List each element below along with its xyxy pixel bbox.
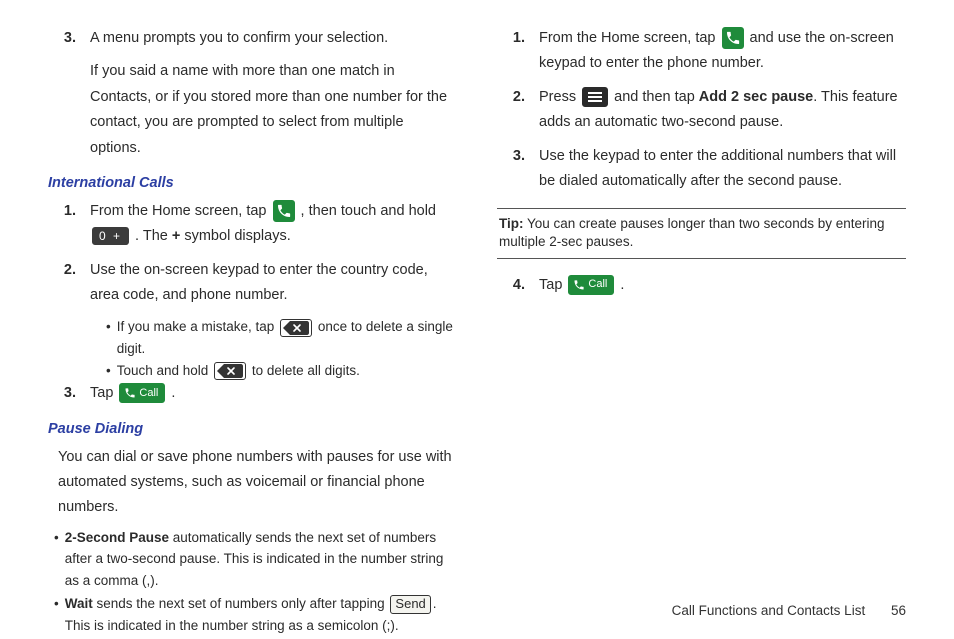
bullet-item: • Wait sends the next set of numbers onl…: [54, 593, 457, 636]
bullet-dot: •: [54, 527, 65, 592]
bullet-body: Touch and hold to delete all digits.: [117, 360, 457, 382]
text: sends the next set of numbers only after…: [93, 596, 389, 611]
list-item: 4. Tap Call .: [497, 273, 906, 298]
bullet-item: • 2-Second Pause automatically sends the…: [54, 527, 457, 592]
columns: 3. A menu prompts you to confirm your se…: [48, 26, 906, 639]
bullet-item: • If you make a mistake, tap once to del…: [106, 316, 457, 359]
bullet-dot: •: [106, 360, 117, 382]
backspace-icon: [280, 319, 312, 337]
text: A menu prompts you to confirm your selec…: [90, 26, 457, 51]
list-item: 3. A menu prompts you to confirm your se…: [48, 26, 457, 161]
call-label: Call: [588, 275, 607, 294]
left-column: 3. A menu prompts you to confirm your se…: [48, 26, 457, 639]
step-body: Use the on-screen keypad to enter the co…: [90, 258, 457, 309]
phone-icon: [273, 200, 295, 222]
step-body: Tap Call .: [90, 381, 457, 406]
footer: Call Functions and Contacts List 56: [672, 603, 906, 618]
page-number: 56: [891, 603, 906, 618]
step-body: Press and then tap Add 2 sec pause. This…: [539, 85, 906, 136]
list-item: 2. Use the on-screen keypad to enter the…: [48, 258, 457, 309]
text: Tap: [90, 385, 117, 401]
text: . The: [135, 228, 172, 244]
bold-term: 2-Second Pause: [65, 530, 169, 545]
step-body: Use the keypad to enter the additional n…: [539, 144, 906, 195]
footer-title: Call Functions and Contacts List: [672, 603, 866, 618]
step-body: Tap Call .: [539, 273, 906, 298]
text: Use the on-screen keypad to enter the co…: [90, 262, 428, 303]
text: , then touch and hold: [301, 203, 436, 219]
right-column: 1. From the Home screen, tap and use the…: [497, 26, 906, 639]
sub-bullets: • If you make a mistake, tap once to del…: [90, 316, 457, 381]
text: .: [620, 277, 624, 293]
step-number: 3.: [497, 144, 539, 195]
text: Touch and hold: [117, 363, 212, 378]
text: to delete all digits.: [252, 363, 360, 378]
text: From the Home screen, tap: [90, 203, 271, 219]
call-button-icon: Call: [119, 383, 165, 403]
bullet-body: Wait sends the next set of numbers only …: [65, 593, 457, 636]
step-body: From the Home screen, tap and use the on…: [539, 26, 906, 77]
list-item: 3. Tap Call .: [48, 381, 457, 406]
text: Tap: [539, 277, 566, 293]
text: If you make a mistake, tap: [117, 319, 278, 334]
step-number: 4.: [497, 273, 539, 298]
section-heading-international: International Calls: [48, 175, 457, 191]
phone-icon: [722, 27, 744, 49]
bold-term: Wait: [65, 596, 93, 611]
list-item: 3. Use the keypad to enter the additiona…: [497, 144, 906, 195]
bold-term: Add 2 sec pause: [699, 89, 813, 105]
section-heading-pause: Pause Dialing: [48, 421, 457, 437]
intro-text: You can dial or save phone numbers with …: [58, 445, 457, 521]
step-body: From the Home screen, tap , then touch a…: [90, 199, 457, 250]
text: and then tap: [614, 89, 699, 105]
menu-icon: [582, 87, 608, 107]
step-number: 3.: [48, 381, 90, 406]
text: From the Home screen, tap: [539, 30, 720, 46]
step-number: 2.: [497, 85, 539, 136]
step-number: 3.: [48, 26, 90, 161]
backspace-icon: [214, 362, 246, 380]
bullet-dot: •: [106, 316, 117, 359]
send-button-icon: Send: [390, 595, 430, 614]
text: If you said a name with more than one ma…: [90, 59, 457, 161]
list-item: 1. From the Home screen, tap , then touc…: [48, 199, 457, 250]
step-number: 2.: [48, 258, 90, 309]
tip-text: You can create pauses longer than two se…: [499, 216, 885, 249]
tip-label: Tip:: [499, 216, 524, 231]
text: .: [171, 385, 175, 401]
list-item: 1. From the Home screen, tap and use the…: [497, 26, 906, 77]
page: 3. A menu prompts you to confirm your se…: [0, 0, 954, 636]
text: Press: [539, 89, 580, 105]
call-label: Call: [139, 384, 158, 403]
bullet-body: If you make a mistake, tap once to delet…: [117, 316, 457, 359]
step-body: A menu prompts you to confirm your selec…: [90, 26, 457, 161]
list-item: 2. Press and then tap Add 2 sec pause. T…: [497, 85, 906, 136]
bullet-body: 2-Second Pause automatically sends the n…: [65, 527, 457, 592]
tip-box: Tip: You can create pauses longer than t…: [497, 208, 906, 258]
step-number: 1.: [497, 26, 539, 77]
bullet-item: • Touch and hold to delete all digits.: [106, 360, 457, 382]
bullet-dot: •: [54, 593, 65, 636]
step-number: 1.: [48, 199, 90, 250]
text: symbol displays.: [180, 228, 290, 244]
text: Use the keypad to enter the additional n…: [539, 148, 896, 189]
zero-plus-key-icon: 0 +: [92, 227, 129, 245]
call-button-icon: Call: [568, 275, 614, 295]
